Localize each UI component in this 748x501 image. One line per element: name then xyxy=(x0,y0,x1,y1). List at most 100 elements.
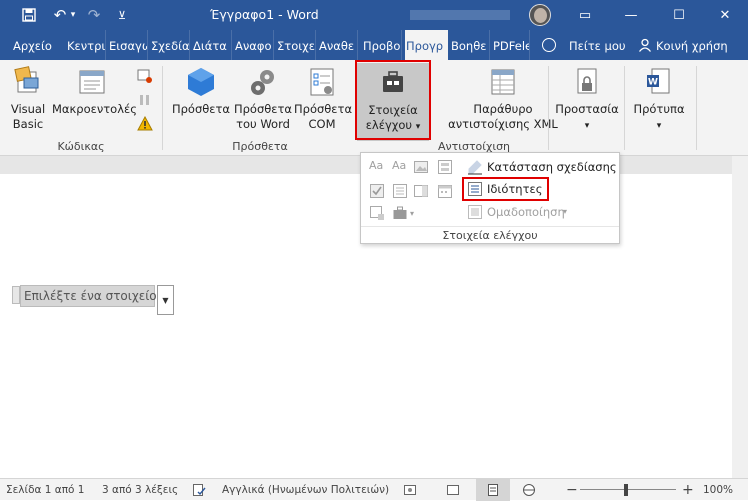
tab-mailings[interactable]: Στοιχε xyxy=(276,30,316,60)
save-icon[interactable] xyxy=(18,4,40,26)
picture-control-icon xyxy=(414,161,428,173)
zoom-level[interactable]: 100% xyxy=(703,479,733,501)
addins-button[interactable]: Πρόσθετα xyxy=(170,62,232,142)
building-block-control-icon xyxy=(438,160,452,174)
zoom-in-button[interactable]: + xyxy=(682,479,694,501)
content-control-dropdown[interactable]: Επιλέξτε ένα στοιχείο. xyxy=(20,285,160,307)
repeating-section-control-icon xyxy=(370,206,384,220)
close-icon[interactable]: ✕ xyxy=(702,0,748,30)
design-mode-icon xyxy=(468,160,482,175)
content-control-handle[interactable] xyxy=(12,286,20,304)
addins-label: Πρόσθετα xyxy=(171,102,231,116)
xml-mapping-icon xyxy=(487,66,519,98)
plain-text-control-icon: Aa xyxy=(392,159,407,172)
redo-icon[interactable]: ↷ xyxy=(84,4,104,26)
minimize-icon[interactable]: — xyxy=(608,0,654,30)
tab-pdfelement[interactable]: PDFele xyxy=(492,30,530,60)
zoom-out-button[interactable]: − xyxy=(566,479,578,501)
maximize-icon[interactable]: ☐ xyxy=(656,0,702,30)
dropdown-list-control-icon xyxy=(414,185,428,197)
vertical-scrollbar[interactable] xyxy=(732,156,748,478)
tab-references[interactable]: Αναφο xyxy=(234,30,274,60)
protection-button[interactable]: Προστασία ▾ xyxy=(554,62,620,142)
visual-basic-button[interactable]: Visual Basic xyxy=(4,62,52,142)
xml-mapping-label: Παράθυρο αντιστοίχισης XML xyxy=(448,102,558,131)
ribbon-display-options-icon[interactable]: ▭ xyxy=(562,0,608,30)
tab-layout[interactable]: Διάτα xyxy=(192,30,232,60)
undo-icon[interactable]: ↶ xyxy=(50,4,70,26)
protection-dropdown-icon: ▾ xyxy=(584,121,590,131)
gear-icon xyxy=(247,66,279,98)
date-picker-control-icon xyxy=(438,185,452,198)
tab-home[interactable]: Κεντρι xyxy=(66,30,106,60)
combo-box-control-icon xyxy=(393,184,407,198)
web-layout-icon[interactable] xyxy=(522,483,536,497)
xml-mapping-button[interactable]: Παράθυρο αντιστοίχισης XML xyxy=(448,62,558,142)
grouping-dropdown-icon: ▾ xyxy=(563,207,568,216)
dropdown-group-label: Στοιχεία ελέγχου xyxy=(361,226,619,244)
group-label-addins: Πρόσθετα xyxy=(232,140,288,153)
print-layout-icon xyxy=(488,484,498,496)
protection-icon xyxy=(571,66,603,98)
print-layout-view-button[interactable] xyxy=(476,479,510,501)
tab-developer[interactable]: Προγρ xyxy=(405,30,448,60)
focus-mode-icon[interactable] xyxy=(446,483,460,497)
group-separator xyxy=(624,66,625,150)
macros-button[interactable]: Μακροεντολές xyxy=(52,62,137,142)
ribbon-tabs: Αρχείο Κεντρι Εισαγω Σχεδία Διάτα Αναφο … xyxy=(0,30,748,60)
tab-view[interactable]: Προβο xyxy=(362,30,402,60)
tab-insert[interactable]: Εισαγω xyxy=(108,30,148,60)
customize-quick-access-icon[interactable]: ⊻ xyxy=(114,4,130,26)
title-bar: ↶ ▾ ↷ ⊻ Έγγραφο1 - Word ▭ — ☐ ✕ xyxy=(0,0,748,30)
macros-icon xyxy=(76,66,108,98)
tab-file[interactable]: Αρχείο xyxy=(12,30,60,60)
share-user-icon xyxy=(638,38,652,52)
templates-dropdown-icon: ▾ xyxy=(656,121,662,131)
group-separator xyxy=(162,66,163,150)
visual-basic-icon xyxy=(12,66,44,98)
proofing-icon[interactable] xyxy=(192,483,206,497)
macro-security-icon[interactable] xyxy=(137,115,153,132)
templates-icon: W xyxy=(643,66,675,98)
templates-label: Πρότυπα xyxy=(633,102,685,116)
rich-text-control-icon: Aa xyxy=(369,159,384,172)
undo-dropdown-icon[interactable]: ▾ xyxy=(68,4,78,26)
avatar[interactable] xyxy=(529,4,551,26)
macros-label: Μακροεντολές xyxy=(52,102,137,116)
design-mode-button[interactable]: Κατάσταση σχεδίασης xyxy=(487,158,617,176)
tab-help[interactable]: Βοηθε xyxy=(450,30,490,60)
visual-basic-label: Visual Basic xyxy=(10,102,46,131)
account-name xyxy=(410,10,510,20)
lightbulb-icon xyxy=(542,38,556,52)
page-count[interactable]: Σελίδα 1 από 1 xyxy=(6,479,84,501)
zoom-slider-thumb[interactable] xyxy=(624,484,628,496)
com-addins-button[interactable]: Πρόσθετα COM xyxy=(294,62,352,142)
language[interactable]: Αγγλικά (Ηνωμένων Πολιτειών) xyxy=(222,479,389,501)
zoom-slider[interactable] xyxy=(580,489,676,490)
pause-recording-icon[interactable] xyxy=(137,92,153,108)
legacy-tools-icon xyxy=(393,206,407,219)
properties-highlight xyxy=(462,177,549,201)
content-control-arrow-icon[interactable]: ▼ xyxy=(157,285,174,315)
checkbox-control-icon xyxy=(370,184,384,198)
protection-label: Προστασία xyxy=(555,102,619,116)
templates-button[interactable]: W Πρότυπα ▾ xyxy=(628,62,690,142)
record-macro-icon[interactable] xyxy=(137,68,153,84)
group-separator xyxy=(696,66,697,150)
tell-me-search[interactable]: Πείτε μου xyxy=(568,30,628,60)
ribbon-developer: Visual Basic Μακροεντολές Κώδικας Πρόσθε… xyxy=(0,60,748,156)
word-addins-label: Πρόσθετα του Word xyxy=(233,102,293,131)
grouping-button[interactable]: Ομαδοποίηση xyxy=(487,203,565,221)
svg-text:W: W xyxy=(648,78,658,88)
share-button[interactable]: Κοινή χρήση xyxy=(655,30,735,60)
word-count[interactable]: 3 από 3 λέξεις xyxy=(102,479,178,501)
macro-record-status-icon[interactable] xyxy=(403,483,417,497)
window-title: Έγγραφο1 - Word xyxy=(210,7,319,22)
word-addins-button[interactable]: Πρόσθετα του Word xyxy=(232,62,294,142)
status-bar: Σελίδα 1 από 1 3 από 3 λέξεις Αγγλικά (Η… xyxy=(0,478,748,501)
group-label-code: Κώδικας xyxy=(57,140,105,153)
tab-review[interactable]: Αναθε xyxy=(318,30,358,60)
group-separator xyxy=(548,66,549,150)
com-addins-icon xyxy=(306,66,338,98)
tab-design[interactable]: Σχεδία xyxy=(150,30,190,60)
